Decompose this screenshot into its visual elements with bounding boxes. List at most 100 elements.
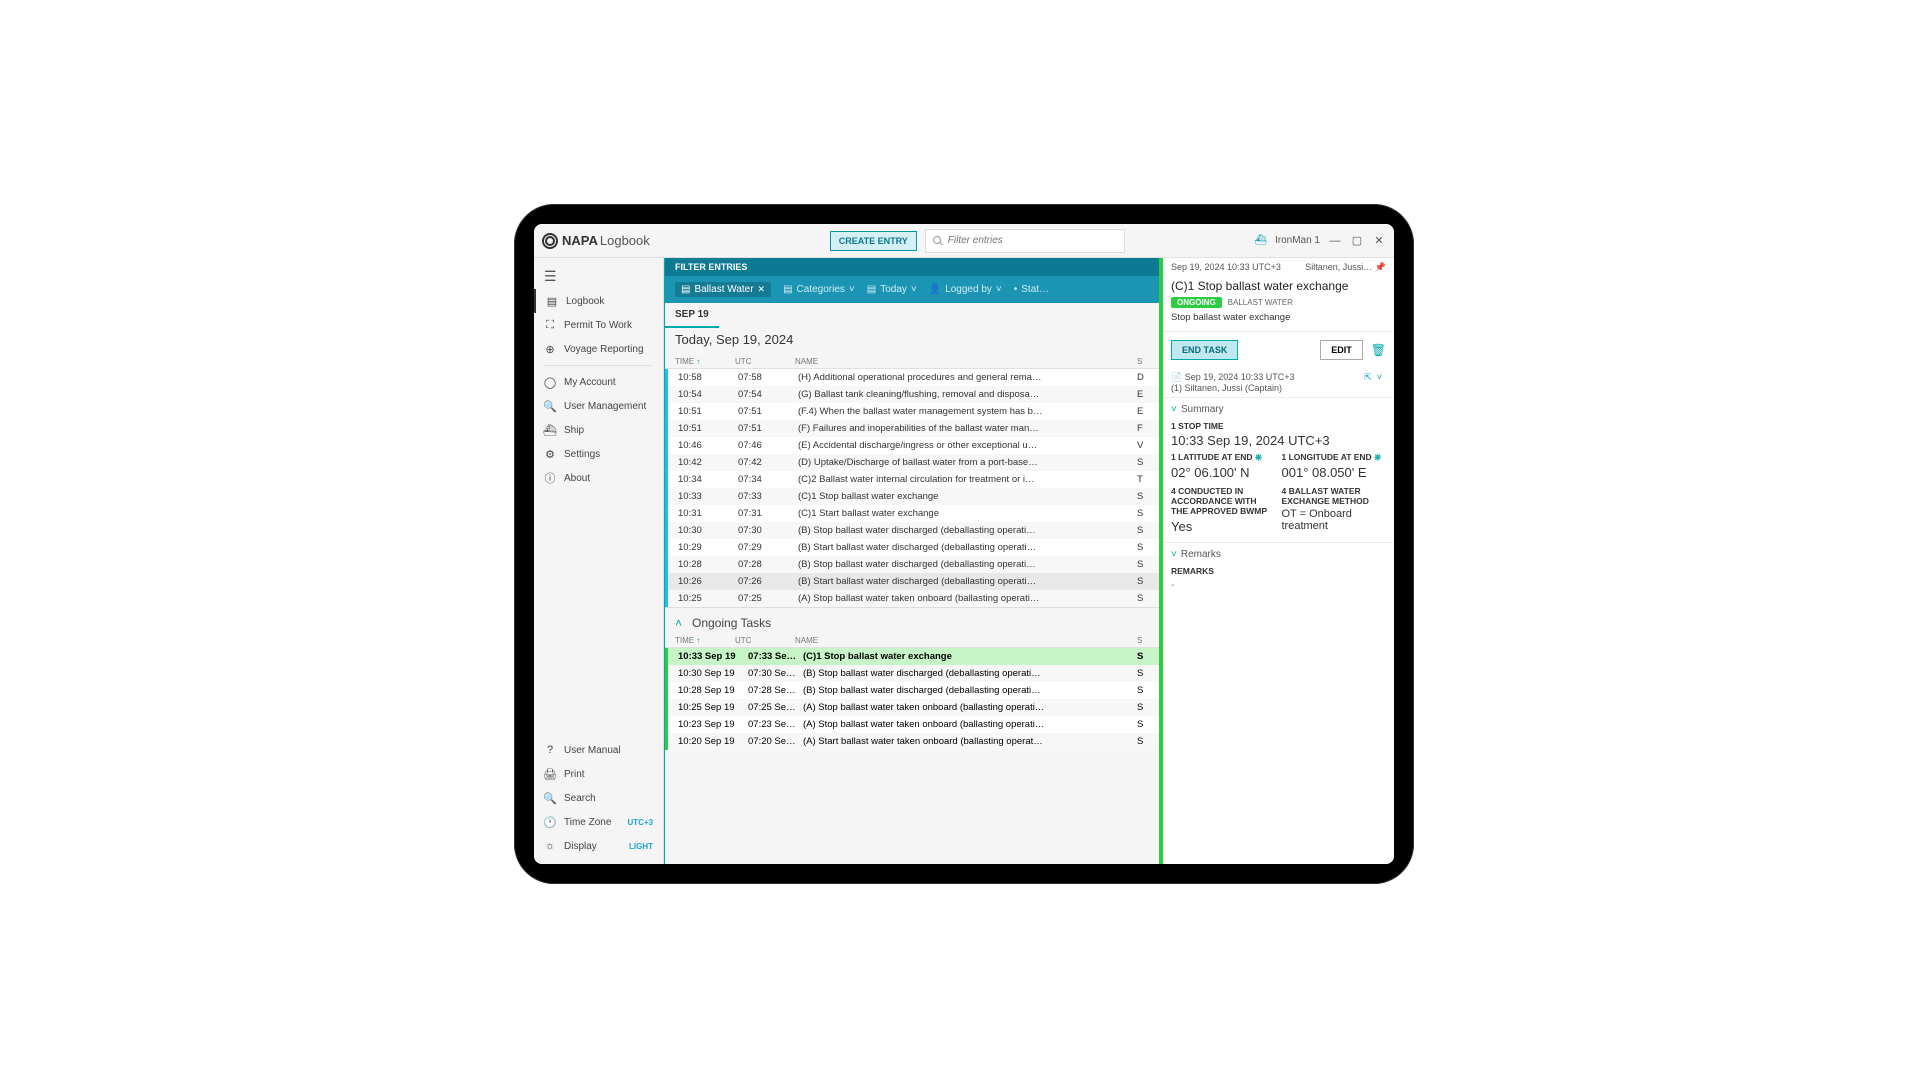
date-tab[interactable]: SEP 19 — [665, 303, 719, 328]
ongoing-row[interactable]: 10:28 Sep 1907:28 Se…(B) Stop ballast wa… — [665, 682, 1159, 699]
sidebar-item-about[interactable]: ⓘAbout — [534, 466, 663, 490]
entry-row[interactable]: 10:2507:25(A) Stop ballast water taken o… — [665, 590, 1159, 607]
nav-tag: LIGHT — [629, 842, 653, 851]
ongoing-row[interactable]: 10:23 Sep 1907:23 Se…(A) Stop ballast wa… — [665, 716, 1159, 733]
sidebar-item-settings[interactable]: ⚙Settings — [534, 442, 663, 466]
entry-row[interactable]: 10:3107:31(C)1 Start ballast water excha… — [665, 505, 1159, 522]
napa-logo-icon — [542, 233, 558, 249]
ongoing-tasks-header[interactable]: ˄ Ongoing Tasks — [665, 607, 1159, 634]
sub-author: (1) Siltanen, Jussi (Captain) — [1171, 383, 1282, 393]
chevron-down-icon[interactable]: ˅ — [1171, 549, 1177, 560]
edit-button[interactable]: EDIT — [1320, 340, 1363, 360]
sidebar-item-user-manual[interactable]: ?User Manual — [534, 738, 663, 762]
hamburger-button[interactable]: ☰ — [534, 264, 663, 289]
sidebar-item-my-account[interactable]: ◯My Account — [534, 370, 663, 394]
filter-chip-categories[interactable]: ▤ Categories ˅ — [783, 284, 855, 295]
settings-icon: ⚙ — [544, 448, 556, 460]
stop-time-value: 10:33 Sep 19, 2024 UTC+3 — [1171, 431, 1386, 448]
filter-chip-ballast-water[interactable]: ▤ Ballast Water ✕ — [675, 282, 771, 297]
close-icon[interactable]: ✕ — [758, 284, 766, 295]
entry-row[interactable]: 10:5107:51(F.4) When the ballast water m… — [665, 403, 1159, 420]
topbar: NAPA Logbook CREATE ENTRY ⛴ IronMan 1 — … — [534, 224, 1394, 258]
sidebar-item-permit-to-work[interactable]: ⛶Permit To Work — [534, 313, 663, 337]
entry-row[interactable]: 10:3407:34(C)2 Ballast water internal ci… — [665, 471, 1159, 488]
user-management-icon: 🔍 — [544, 400, 556, 412]
nav-tag: UTC+3 — [627, 818, 653, 827]
sidebar-item-search[interactable]: 🔍Search — [534, 786, 663, 810]
create-entry-button[interactable]: CREATE ENTRY — [830, 231, 917, 251]
sidebar-item-print[interactable]: 🖨Print — [534, 762, 663, 786]
detail-timestamp: Sep 19, 2024 10:33 UTC+3 — [1171, 262, 1281, 273]
filter-header: FILTER ENTRIES — [665, 258, 1159, 276]
entry-row[interactable]: 10:2607:26(B) Start ballast water discha… — [665, 573, 1159, 590]
filter-chip-today[interactable]: ▤ Today ˅ — [867, 284, 917, 295]
remarks-header: Remarks — [1181, 549, 1221, 560]
method-value: OT = Onboard treatment — [1282, 506, 1387, 532]
chevron-down-icon: ˅ — [911, 284, 917, 295]
maximize-button[interactable]: ▢ — [1350, 234, 1364, 247]
chevron-down-icon: ˅ — [849, 284, 855, 295]
close-button[interactable]: ✕ — [1372, 234, 1386, 247]
status-badge-ongoing: ONGOING — [1171, 297, 1222, 308]
sidebar-item-time-zone[interactable]: 🕐Time ZoneUTC+3 — [534, 810, 663, 834]
sidebar-item-ship[interactable]: ⛴Ship — [534, 418, 663, 442]
summary-header: Summary — [1181, 404, 1224, 415]
main-panel: FILTER ENTRIES ▤ Ballast Water ✕ ▤ Catego… — [664, 258, 1159, 864]
entry-row[interactable]: 10:4607:46(E) Accidental discharge/ingre… — [665, 437, 1159, 454]
voyage-reporting-icon: ⊕ — [544, 343, 556, 355]
col-utc[interactable]: UTC — [735, 357, 795, 366]
search-icon: 🔍 — [544, 792, 556, 804]
col-status[interactable]: S — [1137, 357, 1149, 366]
pin-icon[interactable]: 📌 — [1375, 262, 1386, 272]
chevron-down-icon[interactable]: ˅ — [1377, 372, 1382, 382]
entry-row[interactable]: 10:5107:51(F) Failures and inoperabiliti… — [665, 420, 1159, 437]
minimize-button[interactable]: — — [1328, 235, 1342, 247]
col-time[interactable]: TIME — [675, 357, 694, 366]
sidebar-item-voyage-reporting[interactable]: ⊕Voyage Reporting — [534, 337, 663, 361]
display-icon: ☼ — [544, 840, 556, 852]
link-icon[interactable]: ⇱ — [1364, 372, 1372, 382]
tablet-frame: NAPA Logbook CREATE ENTRY ⛴ IronMan 1 — … — [514, 204, 1414, 884]
entries-list: 10:5807:58(H) Additional operational pro… — [665, 369, 1159, 607]
sidebar-item-user-management[interactable]: 🔍User Management — [534, 394, 663, 418]
entry-row[interactable]: 10:2907:29(B) Start ballast water discha… — [665, 539, 1159, 556]
sort-asc-icon: ↑ — [696, 357, 700, 366]
helm-icon: ⎈ — [1374, 452, 1381, 462]
remarks-value: - — [1163, 580, 1394, 599]
ongoing-row[interactable]: 10:20 Sep 1907:20 Se…(A) Start ballast w… — [665, 733, 1159, 750]
ongoing-row[interactable]: 10:25 Sep 1907:25 Se…(A) Stop ballast wa… — [665, 699, 1159, 716]
sidebar: ☰ ▤Logbook⛶Permit To Work⊕Voyage Reporti… — [534, 258, 664, 864]
user-manual-icon: ? — [544, 744, 556, 756]
chevron-down-icon: ˅ — [996, 284, 1002, 295]
filter-entries-search[interactable] — [925, 229, 1125, 253]
ship-icon: ⛴ — [544, 424, 556, 436]
end-task-button[interactable]: END TASK — [1171, 340, 1238, 360]
filter-chip-stat-[interactable]: • Stat… — [1014, 284, 1049, 295]
delete-icon[interactable]: 🗑 — [1371, 343, 1386, 357]
entry-row[interactable]: 10:4207:42(D) Uptake/Discharge of ballas… — [665, 454, 1159, 471]
entry-row[interactable]: 10:5807:58(H) Additional operational pro… — [665, 369, 1159, 386]
permit-to-work-icon: ⛶ — [544, 319, 556, 331]
remarks-label: REMARKS — [1171, 566, 1386, 576]
detail-author: Siltanen, Jussi… — [1305, 262, 1372, 272]
entry-row[interactable]: 10:3307:33(C)1 Stop ballast water exchan… — [665, 488, 1159, 505]
category-icon: 👤 — [929, 284, 941, 295]
filter-chip-logged-by[interactable]: 👤 Logged by ˅ — [929, 284, 1002, 295]
chevron-down-icon[interactable]: ˅ — [1171, 404, 1177, 415]
search-icon — [932, 235, 944, 247]
ongoing-row[interactable]: 10:33 Sep 1907:33 Se…(C)1 Stop ballast w… — [665, 648, 1159, 665]
sidebar-item-logbook[interactable]: ▤Logbook — [534, 289, 663, 313]
ship-icon: ⛴ — [1254, 235, 1267, 246]
longitude-value: 001° 08.050' E — [1282, 463, 1387, 480]
category-icon: • — [1014, 284, 1018, 295]
col-name[interactable]: NAME — [795, 357, 1137, 366]
entry-row[interactable]: 10:5407:54(G) Ballast tank cleaning/flus… — [665, 386, 1159, 403]
ongoing-row[interactable]: 10:30 Sep 1907:30 Se…(B) Stop ballast wa… — [665, 665, 1159, 682]
entry-row[interactable]: 10:3007:30(B) Stop ballast water dischar… — [665, 522, 1159, 539]
sidebar-item-display[interactable]: ☼DisplayLIGHT — [534, 834, 663, 858]
time-zone-icon: 🕐 — [544, 816, 556, 828]
entry-row[interactable]: 10:2807:28(B) Stop ballast water dischar… — [665, 556, 1159, 573]
ongoing-list: 10:33 Sep 1907:33 Se…(C)1 Stop ballast w… — [665, 648, 1159, 750]
filter-entries-input[interactable] — [948, 235, 1118, 246]
detail-title: (C)1 Stop ballast water exchange — [1163, 277, 1394, 295]
